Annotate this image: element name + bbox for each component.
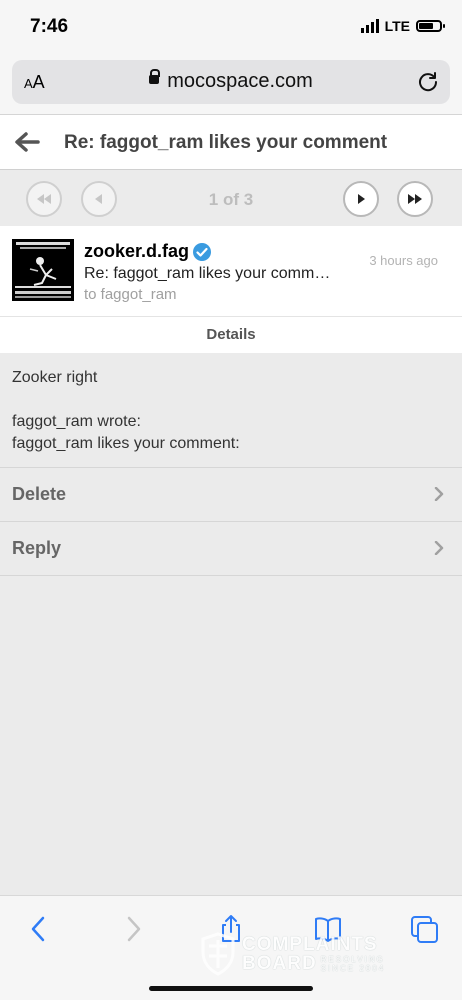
- reload-icon[interactable]: [416, 70, 440, 94]
- double-right-icon: [408, 194, 422, 204]
- watermark-text: COMPLAINTS: [242, 934, 378, 955]
- skeleton-image: [12, 239, 74, 301]
- page-title: Re: faggot_ram likes your comment: [64, 132, 388, 153]
- last-page-button[interactable]: [397, 181, 433, 217]
- pager: 1 of 3: [0, 170, 462, 226]
- back-arrow-icon[interactable]: [14, 131, 40, 153]
- status-indicators: LTE: [360, 18, 445, 34]
- signal-icon: [360, 19, 379, 33]
- reply-label: Reply: [12, 538, 62, 558]
- delete-action[interactable]: Delete: [0, 468, 462, 522]
- sender-name[interactable]: zooker.d.fag: [84, 241, 212, 262]
- reply-action[interactable]: Reply: [0, 522, 462, 576]
- chevron-right-icon: [434, 541, 444, 555]
- avatar[interactable]: [12, 239, 74, 301]
- home-indicator: [149, 986, 313, 991]
- delete-label: Delete: [12, 484, 67, 504]
- page-header: Re: faggot_ram likes your comment: [0, 115, 462, 170]
- page-indicator: 1 of 3: [208, 190, 254, 209]
- url-text: mocospace.com: [167, 70, 313, 92]
- url-display[interactable]: mocospace.com: [12, 69, 450, 93]
- battery-icon: [416, 20, 445, 32]
- message-body: Zooker right faggot_ram wrote: faggot_ra…: [0, 353, 462, 468]
- message-recipient: to faggot_ram: [84, 286, 177, 303]
- body-line: faggot_ram wrote:: [12, 413, 141, 430]
- shield-logo-icon: [201, 932, 235, 976]
- verified-badge-icon: [193, 242, 212, 261]
- watermark-text: BOARD: [242, 953, 317, 974]
- network-label: LTE: [384, 18, 410, 34]
- status-bar: 7:46 LTE: [0, 0, 462, 56]
- right-icon: [358, 194, 365, 204]
- message-time: 3 hours ago: [369, 253, 438, 268]
- watermark-subtext: SINCE 2004: [320, 963, 386, 973]
- empty-area: [0, 576, 462, 898]
- forward-icon[interactable]: [118, 914, 148, 944]
- chevron-right-icon: [434, 487, 444, 501]
- message-item[interactable]: zooker.d.fag 3 hours ago Re: faggot_ram …: [0, 226, 462, 317]
- status-time: 7:46: [30, 16, 69, 37]
- browser-url-area: AA mocospace.com: [0, 56, 462, 115]
- message-subject: Re: faggot_ram likes your comment: [84, 265, 334, 282]
- body-line: faggot_ram likes your comment:: [12, 435, 240, 452]
- complaintsboard-watermark: COMPLAINTS BOARD RESOLVING SINCE 2004: [200, 932, 385, 976]
- address-bar[interactable]: AA mocospace.com: [12, 60, 450, 104]
- lock-icon: [149, 69, 161, 85]
- next-page-button[interactable]: [343, 181, 379, 217]
- browser-toolbar: COMPLAINTS BOARD RESOLVING SINCE 2004: [0, 895, 462, 1000]
- tabs-icon[interactable]: [410, 914, 440, 944]
- details-tab[interactable]: Details: [0, 317, 462, 353]
- watermark-subtext: RESOLVING: [320, 954, 385, 964]
- back-icon[interactable]: [24, 914, 54, 944]
- body-line: Zooker right: [12, 369, 98, 386]
